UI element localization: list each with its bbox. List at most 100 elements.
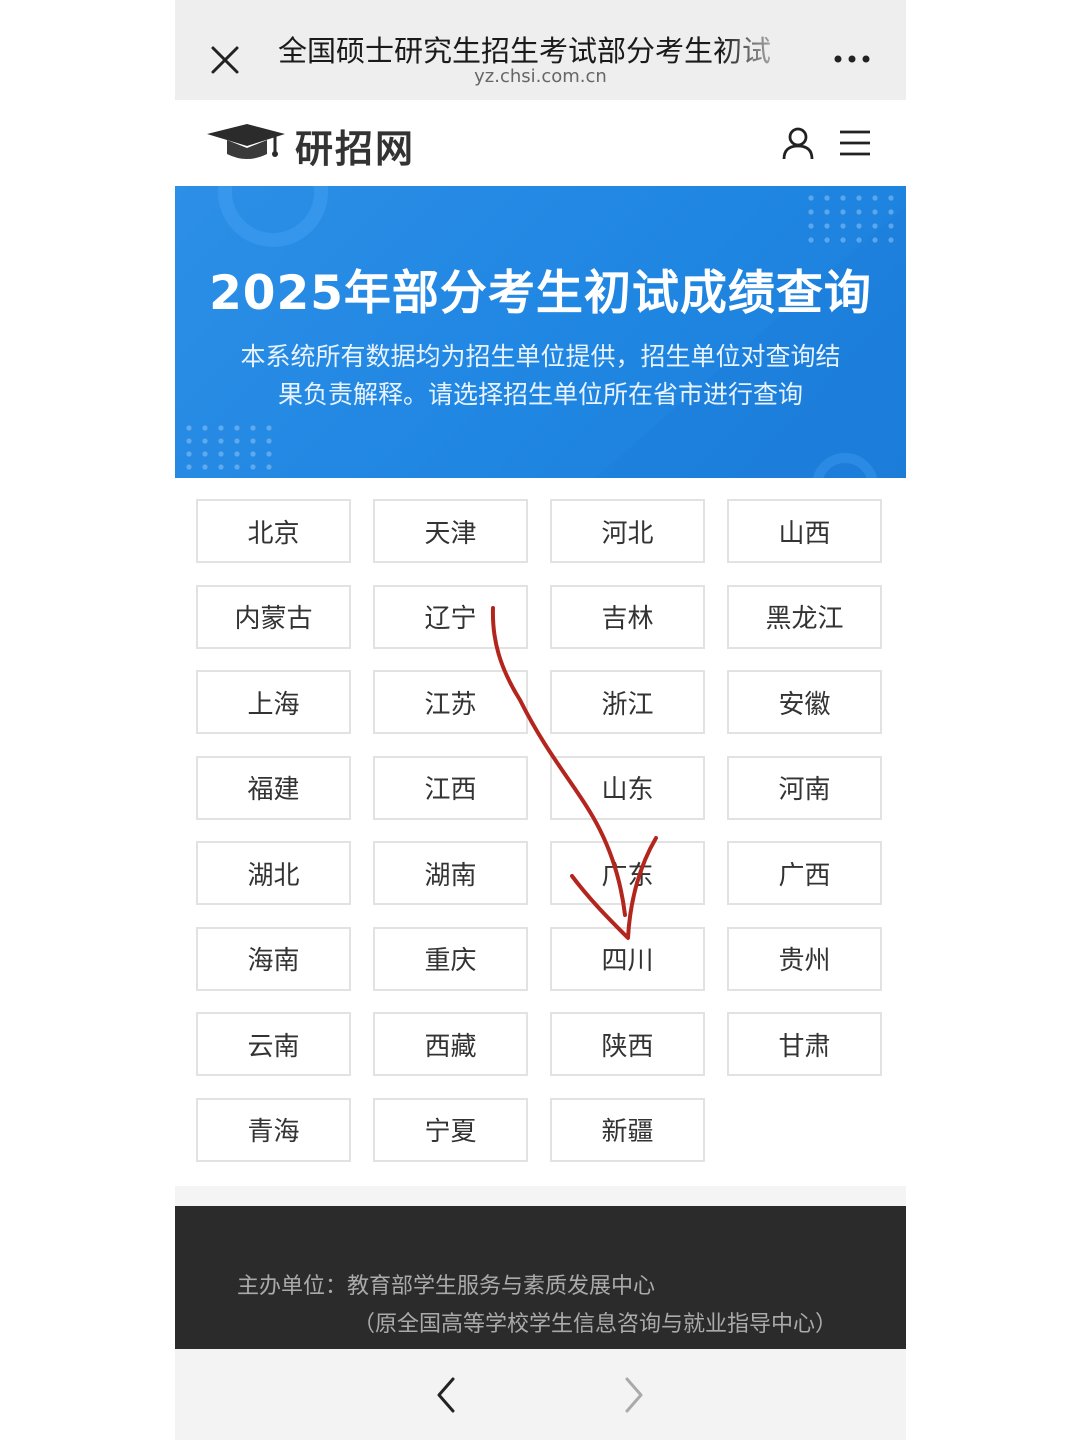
decor-dot [218, 425, 224, 431]
user-icon [782, 127, 814, 160]
decor-dot [234, 451, 240, 457]
decor-dot [824, 223, 830, 229]
site-footer: 主办单位：教育部学生服务与素质发展中心 （原全国高等学校学生信息咨询与就业指导中… [175, 1206, 906, 1349]
forward-button[interactable] [619, 1375, 649, 1415]
province-button[interactable]: 河北 [550, 499, 705, 563]
decor-dot [186, 425, 192, 431]
decor-dot [218, 438, 224, 444]
decor-dot [872, 209, 878, 215]
province-button[interactable]: 江苏 [373, 670, 528, 734]
province-button[interactable]: 浙江 [550, 670, 705, 734]
decor-dot [808, 223, 814, 229]
province-button[interactable]: 广东 [550, 841, 705, 905]
province-button[interactable]: 青海 [196, 1097, 351, 1162]
decor-dot [186, 438, 192, 444]
decor-dot [234, 425, 240, 431]
province-button[interactable]: 贵州 [727, 926, 882, 991]
site-logo-text[interactable]: 研招网 [295, 118, 415, 173]
province-button[interactable]: 吉林 [550, 584, 705, 649]
decor-dot [872, 237, 878, 243]
decor-dot [840, 195, 846, 201]
province-button[interactable]: 重庆 [373, 926, 528, 991]
decor-dot [824, 195, 830, 201]
decor-dot [872, 195, 878, 201]
footer-host-unit: 主办单位：教育部学生服务与素质发展中心 [237, 1274, 656, 1299]
decor-dot [872, 223, 878, 229]
decor-dot [824, 237, 830, 243]
province-button[interactable]: 湖南 [373, 841, 528, 905]
banner-description-line2: 果负责解释。请选择招生单位所在省市进行查询 [277, 380, 803, 409]
decor-dot [808, 237, 814, 243]
decor-dot [856, 195, 862, 201]
province-button[interactable]: 陕西 [550, 1012, 705, 1076]
page-url: yz.chsi.com.cn [474, 66, 607, 87]
banner-description: 本系统所有数据均为招生单位提供，招生单位对查询结 果负责解释。请选择招生单位所在… [213, 338, 868, 414]
graduation-cap-icon [205, 120, 287, 168]
decor-dot [202, 438, 208, 444]
decor-dot [186, 451, 192, 457]
province-button[interactable]: 西藏 [373, 1012, 528, 1076]
decor-dot [218, 451, 224, 457]
province-button[interactable]: 湖北 [196, 841, 351, 905]
province-button[interactable]: 海南 [196, 926, 351, 991]
menu-button[interactable] [838, 128, 872, 158]
decor-dot [888, 237, 894, 243]
decor-dot [856, 209, 862, 215]
decor-dot [856, 237, 862, 243]
decor-dot [250, 425, 256, 431]
banner-description-line1: 本系统所有数据均为招生单位提供，招生单位对查询结 [240, 342, 841, 371]
decor-dot [840, 209, 846, 215]
province-button[interactable]: 辽宁 [373, 584, 528, 649]
more-dots-icon [834, 55, 870, 63]
decor-dot [202, 451, 208, 457]
page-title: 全国硕士研究生招生考试部分考生初试 [278, 34, 772, 68]
decor-dot [840, 223, 846, 229]
decor-dot [888, 195, 894, 201]
province-button[interactable]: 北京 [196, 499, 351, 563]
province-button[interactable]: 河南 [727, 755, 882, 820]
decor-dot [250, 438, 256, 444]
chevron-right-icon [625, 1377, 643, 1413]
province-button[interactable]: 江西 [373, 755, 528, 820]
decor-dot [234, 464, 240, 470]
banner-title: 2025年部分考生初试成绩查询 [209, 266, 872, 321]
decor-dot [266, 425, 272, 431]
province-button[interactable]: 山西 [727, 499, 882, 563]
decor-dot [234, 438, 240, 444]
decor-dot [202, 464, 208, 470]
province-button[interactable]: 山东 [550, 755, 705, 820]
province-button[interactable]: 天津 [373, 499, 528, 563]
query-banner: 2025年部分考生初试成绩查询 本系统所有数据均为招生单位提供，招生单位对查询结… [175, 186, 906, 478]
province-button[interactable]: 云南 [196, 1012, 351, 1076]
province-button[interactable]: 内蒙古 [196, 584, 351, 649]
section-divider [175, 1186, 906, 1206]
province-button[interactable]: 甘肃 [727, 1012, 882, 1076]
decor-dot [856, 223, 862, 229]
province-button[interactable]: 四川 [550, 926, 705, 991]
province-button[interactable]: 黑龙江 [727, 584, 882, 649]
decor-dot [266, 438, 272, 444]
decor-dot [840, 237, 846, 243]
user-account-button[interactable] [781, 126, 815, 160]
decor-dot [266, 451, 272, 457]
decor-dot [250, 451, 256, 457]
province-button[interactable]: 上海 [196, 670, 351, 734]
decor-dot [888, 209, 894, 215]
back-button[interactable] [431, 1375, 461, 1415]
decor-dot [202, 425, 208, 431]
browser-bottom-bar [175, 1349, 906, 1440]
decor-dot [888, 223, 894, 229]
hamburger-menu-icon [840, 130, 870, 156]
province-button[interactable]: 宁夏 [373, 1097, 528, 1162]
province-button[interactable]: 安徽 [727, 670, 882, 734]
mobile-browser-view: 全国硕士研究生招生考试部分考生初试 yz.chsi.com.cn 研招网 202… [175, 0, 906, 1440]
decor-dot [186, 464, 192, 470]
province-button[interactable]: 新疆 [550, 1097, 705, 1162]
site-header: 研招网 [175, 100, 906, 186]
province-button[interactable]: 福建 [196, 755, 351, 820]
more-options-button[interactable] [830, 45, 874, 69]
decor-dot [218, 464, 224, 470]
footer-former-name: （原全国高等学校学生信息咨询与就业指导中心） [353, 1312, 838, 1337]
province-button[interactable]: 广西 [727, 841, 882, 905]
decor-dot [808, 209, 814, 215]
